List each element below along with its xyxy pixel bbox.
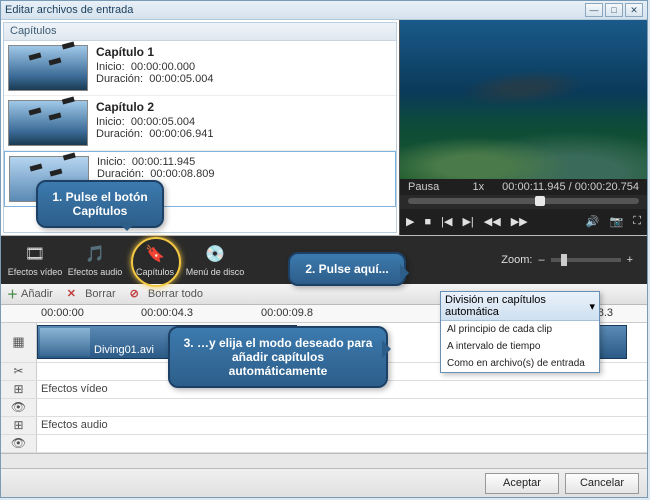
eye-icon[interactable]: 👁 (1, 399, 37, 416)
time-total: 00:00:20.754 (575, 181, 639, 193)
dropdown-header[interactable]: División en capítulos automática ▾ (441, 292, 599, 321)
app-window: Editar archivos de entrada — □ ✕ Capítul… (0, 0, 648, 498)
playback-controls: ▶ ■ |◀ ▶| ◀◀ ▶▶ 🔊 📷 ⛶ (400, 209, 647, 235)
audio-effects-button[interactable]: 🎵 Efectos audio (65, 237, 125, 283)
cancel-button[interactable]: Cancelar (565, 473, 639, 494)
dropdown-opt-as-input[interactable]: Como en archivo(s) de entrada (441, 355, 599, 372)
zoom-label: Zoom: (501, 254, 532, 266)
video-effects-button[interactable]: 🎞 Efectos vídeo (5, 237, 65, 283)
zoom-slider[interactable] (551, 258, 621, 262)
chapter-item[interactable]: Capítulo 2 Inicio: 00:00:05.004 Duración… (4, 96, 396, 151)
eye-icon[interactable]: 👁 (1, 435, 37, 452)
disc-icon: 💿 (204, 243, 226, 265)
dropdown-opt-interval[interactable]: A intervalo de tiempo (441, 338, 599, 355)
chapter-info: Capítulo 2 Inicio: 00:00:05.004 Duración… (96, 100, 213, 146)
preview-image (400, 20, 647, 179)
audio-fx-toggle-row: 👁 (1, 435, 647, 453)
chapters-header: Capítulos (4, 23, 396, 41)
chapter-info: Capítulo 1 Inicio: 00:00:00.000 Duración… (96, 45, 213, 91)
add-button[interactable]: ＋Añadir (7, 286, 53, 302)
maximize-button[interactable]: □ (605, 3, 623, 17)
stop-icon[interactable]: ■ (424, 216, 431, 228)
prev-icon[interactable]: |◀ (441, 215, 452, 228)
zoom-control: Zoom: – + (501, 254, 643, 266)
playback-status: Pausa 1x 00:00:11.945 / 00:00:20.754 (400, 179, 647, 195)
film-icon: 🎞 (24, 243, 46, 265)
time-current: 00:00:11.945 (502, 181, 565, 193)
delete-button[interactable]: ✕ Borrar (67, 287, 116, 300)
chevron-down-icon: ▾ (589, 300, 595, 313)
dropdown-opt-each-clip[interactable]: Al principio de cada clip (441, 321, 599, 338)
video-track-icon: ▦ (1, 323, 37, 362)
close-button[interactable]: ✕ (625, 3, 643, 17)
chapter-thumbnail (8, 45, 88, 91)
next-icon[interactable]: ▶| (462, 215, 473, 228)
chapters-icon: 🔖 (144, 243, 166, 265)
fullscreen-icon[interactable]: ⛶ (633, 215, 641, 228)
speed-label: 1x (473, 181, 485, 193)
auto-chapter-dropdown: División en capítulos automática ▾ Al pr… (440, 291, 600, 373)
audio-icon: 🎵 (84, 243, 106, 265)
chapter-title: Capítulo 2 (96, 100, 213, 114)
tooltip-step-2: 2. Pulse aquí... (288, 252, 406, 286)
chapters-button[interactable]: 🔖 Capítulos (125, 237, 185, 283)
rewind-icon[interactable]: ◀◀ (484, 215, 501, 228)
chapter-thumbnail (8, 100, 88, 146)
pause-label: Pausa (408, 181, 439, 193)
minimize-button[interactable]: — (585, 3, 603, 17)
snapshot-icon[interactable]: 📷 (610, 215, 624, 228)
video-fx-toggle-row: 👁 (1, 399, 647, 417)
volume-icon[interactable]: 🔊 (586, 215, 600, 228)
scissors-icon[interactable]: ✂ (1, 363, 37, 380)
dialog-footer: Aceptar Cancelar (1, 468, 647, 497)
forward-icon[interactable]: ▶▶ (511, 215, 528, 228)
chapter-title: Capítulo 1 (96, 45, 213, 59)
chapter-item[interactable]: Capítulo 1 Inicio: 00:00:00.000 Duración… (4, 41, 396, 96)
ok-button[interactable]: Aceptar (485, 473, 559, 494)
titlebar: Editar archivos de entrada — □ ✕ (1, 1, 647, 20)
zoom-out-icon[interactable]: – (538, 254, 544, 266)
play-icon[interactable]: ▶ (406, 215, 414, 228)
audio-fx-row: ⊞ Efectos audio (1, 417, 647, 435)
tooltip-step-3: 3. …y elija el modo deseado para añadir … (168, 326, 388, 388)
zoom-in-icon[interactable]: + (627, 254, 633, 266)
delete-all-button[interactable]: ⊘ Borrar todo (130, 287, 203, 300)
tooltip-step-1: 1. Pulse el botón Capítulos (36, 180, 164, 228)
window-title: Editar archivos de entrada (5, 4, 583, 16)
disc-menu-button[interactable]: 💿 Menú de disco (185, 237, 245, 283)
horizontal-scrollbar[interactable] (1, 453, 647, 468)
preview-panel: Pausa 1x 00:00:11.945 / 00:00:20.754 ▶ ■… (399, 20, 647, 235)
seek-slider[interactable] (400, 195, 647, 209)
